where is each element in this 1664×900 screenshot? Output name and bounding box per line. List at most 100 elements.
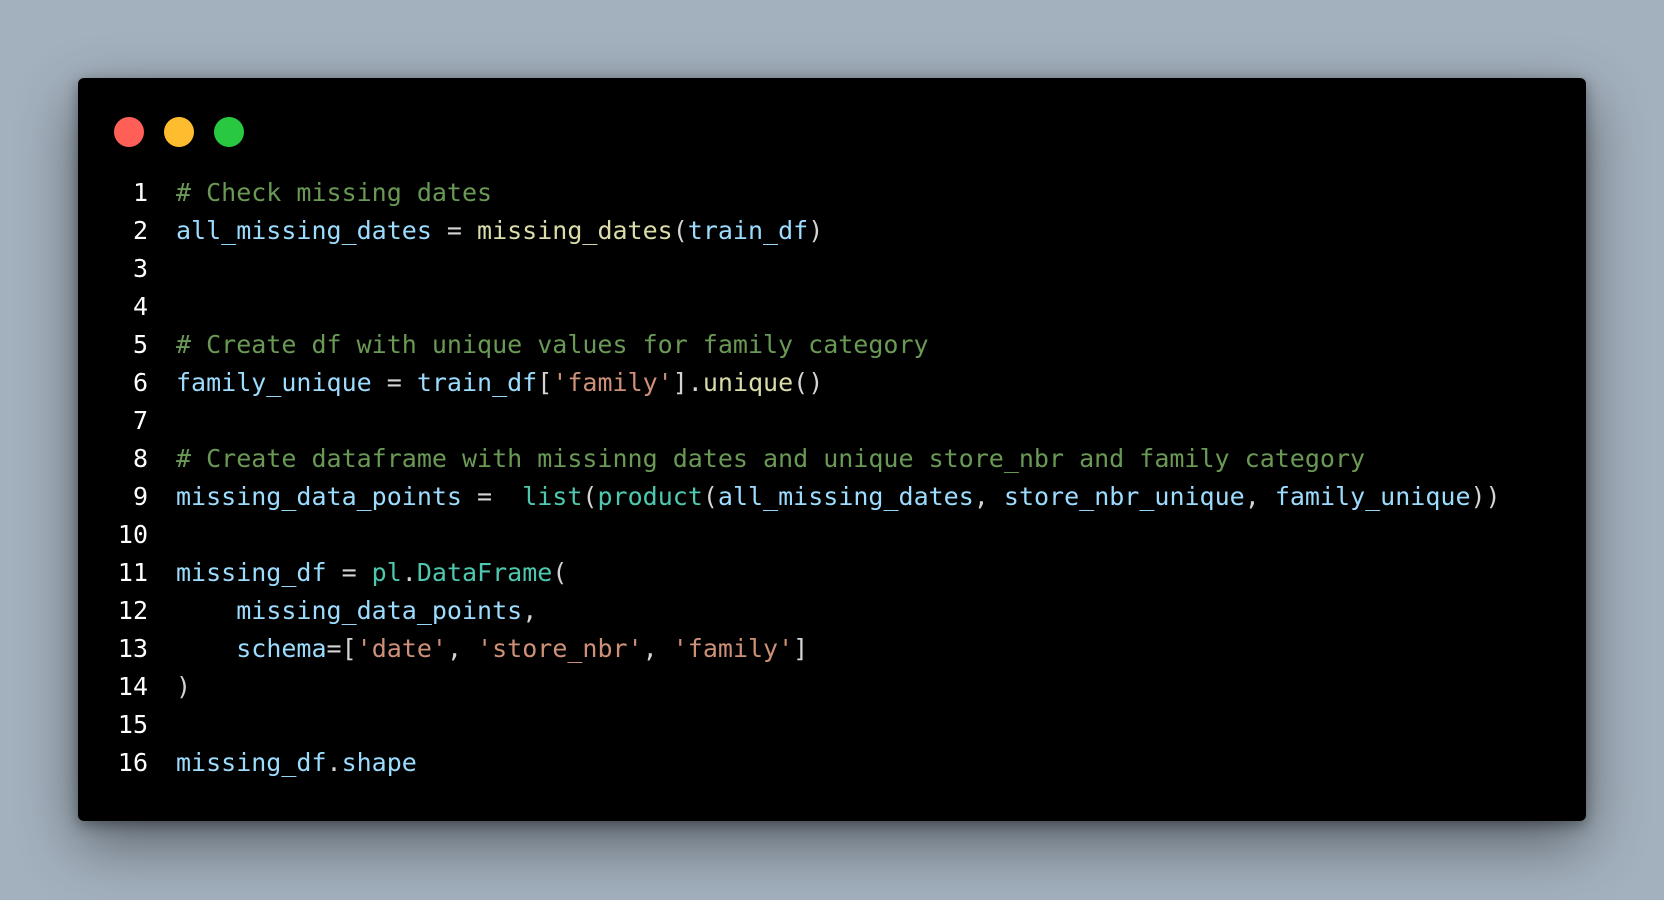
code-line: 10	[78, 516, 1501, 554]
code-token: .	[401, 558, 417, 587]
line-number: 14	[117, 672, 148, 701]
line-number: 10	[117, 520, 148, 549]
code-token: =	[326, 558, 372, 587]
code-token: family_unique	[176, 368, 372, 397]
code-token: missing_dates	[477, 216, 673, 245]
code-line: 5 # Create df with unique values for fami…	[78, 326, 1501, 364]
code-token: (	[672, 216, 688, 245]
code-token: pl	[371, 558, 402, 587]
code-token: ,	[446, 634, 478, 663]
line-number: 8	[132, 444, 148, 473]
code-line: 11 missing_df = pl.DataFrame(	[78, 554, 1501, 592]
code-token: ()	[793, 368, 824, 397]
code-window: 1 # Check missing dates 2 all_missing_dates…	[78, 78, 1586, 821]
code-line: 2 all_missing_dates = missing_dates(train…	[78, 212, 1501, 250]
code-token: schema	[236, 634, 327, 663]
code-token: missing_df	[176, 558, 327, 587]
line-number: 16	[117, 748, 148, 777]
code-token: store_nbr_unique	[1003, 482, 1245, 511]
line-source: schema=['date', 'store_nbr', 'family']	[176, 630, 808, 668]
code-token: =	[371, 368, 417, 397]
line-source: missing_df.shape	[176, 744, 417, 782]
code-line: 8 # Create dataframe with missinng dates …	[78, 440, 1501, 478]
code-token: ,	[973, 482, 1004, 511]
line-number: 13	[117, 634, 148, 663]
line-source: all_missing_dates = missing_dates(train_…	[176, 212, 823, 250]
code-token: missing_df	[176, 748, 327, 777]
code-token: (	[552, 558, 568, 587]
line-source: # Check missing dates	[176, 174, 492, 212]
code-token: .	[326, 748, 342, 777]
code-line: 14)	[78, 668, 1501, 706]
line-number: 11	[117, 558, 148, 587]
code-token: 'store_nbr'	[477, 634, 643, 663]
line-number: 3	[132, 254, 148, 283]
code-token: ))	[1470, 482, 1501, 511]
code-token: product	[597, 482, 703, 511]
line-source: # Create df with unique values for famil…	[176, 326, 929, 364]
code-token: shape	[341, 748, 417, 777]
line-source: missing_df = pl.DataFrame(	[176, 554, 567, 592]
line-number: 6	[132, 368, 148, 397]
code-token: # Create df with unique values for famil…	[176, 330, 929, 359]
code-token: unique	[702, 368, 794, 397]
code-token: ,	[522, 596, 538, 625]
zoom-light-icon[interactable]	[214, 117, 244, 147]
line-source: missing_data_points,	[176, 592, 537, 630]
code-token: ,	[1244, 482, 1275, 511]
code-line: 6 family_unique = train_df['family'].uniq…	[78, 364, 1501, 402]
line-number: 1	[132, 178, 148, 207]
code-token: ]	[793, 634, 809, 663]
line-source: # Create dataframe with missinng dates a…	[176, 440, 1365, 478]
code-token: train_df	[416, 368, 538, 397]
code-token: missing_data_points	[236, 596, 523, 625]
minimize-light-icon[interactable]	[164, 117, 194, 147]
code-token: =	[431, 216, 478, 245]
line-number: 4	[132, 292, 148, 321]
code-token: 'family'	[672, 634, 794, 663]
code-line: 15	[78, 706, 1501, 744]
code-token: train_df	[687, 216, 809, 245]
line-source: family_unique = train_df['family'].uniqu…	[176, 364, 823, 402]
code-token: family_unique	[1274, 482, 1471, 511]
code-token: # Check missing dates	[176, 178, 493, 207]
code-token: # Create dataframe with missinng dates a…	[176, 444, 1366, 473]
code-token: (	[702, 482, 718, 511]
line-number: 5	[132, 330, 148, 359]
code-line: 4	[78, 288, 1501, 326]
code-line: 7	[78, 402, 1501, 440]
code-block: 1 # Check missing dates 2 all_missing_dates…	[78, 174, 1501, 782]
code-token: all_missing_dates	[717, 482, 974, 511]
line-number: 2	[132, 216, 148, 245]
code-token: )	[176, 672, 192, 701]
code-token: 'date'	[356, 634, 447, 663]
code-token: =	[461, 482, 523, 511]
line-number: 7	[132, 406, 148, 435]
code-line: 9 missing_data_points = list(product(all_…	[78, 478, 1501, 516]
line-source: missing_data_points = list(product(all_m…	[176, 478, 1501, 516]
code-token: [	[537, 368, 553, 397]
code-token: DataFrame	[416, 558, 553, 587]
code-token: list	[522, 482, 583, 511]
code-token: missing_data_points	[176, 482, 462, 511]
code-line: 3	[78, 250, 1501, 288]
code-token: ].	[672, 368, 703, 397]
line-number: 9	[132, 482, 148, 511]
code-token: )	[808, 216, 824, 245]
code-line: 12 missing_data_points,	[78, 592, 1501, 630]
window-controls	[114, 117, 244, 147]
code-line: 13 schema=['date', 'store_nbr', 'family'…	[78, 630, 1501, 668]
line-source: )	[176, 668, 191, 706]
code-line: 16 missing_df.shape	[78, 744, 1501, 782]
close-light-icon[interactable]	[114, 117, 144, 147]
code-token: ,	[642, 634, 673, 663]
line-number: 12	[117, 596, 148, 625]
code-line: 1 # Check missing dates	[78, 174, 1501, 212]
code-token: all_missing_dates	[176, 216, 432, 245]
line-number: 15	[117, 710, 148, 739]
code-token: 'family'	[552, 368, 673, 397]
code-token: (	[582, 482, 598, 511]
code-token: =[	[326, 634, 357, 663]
